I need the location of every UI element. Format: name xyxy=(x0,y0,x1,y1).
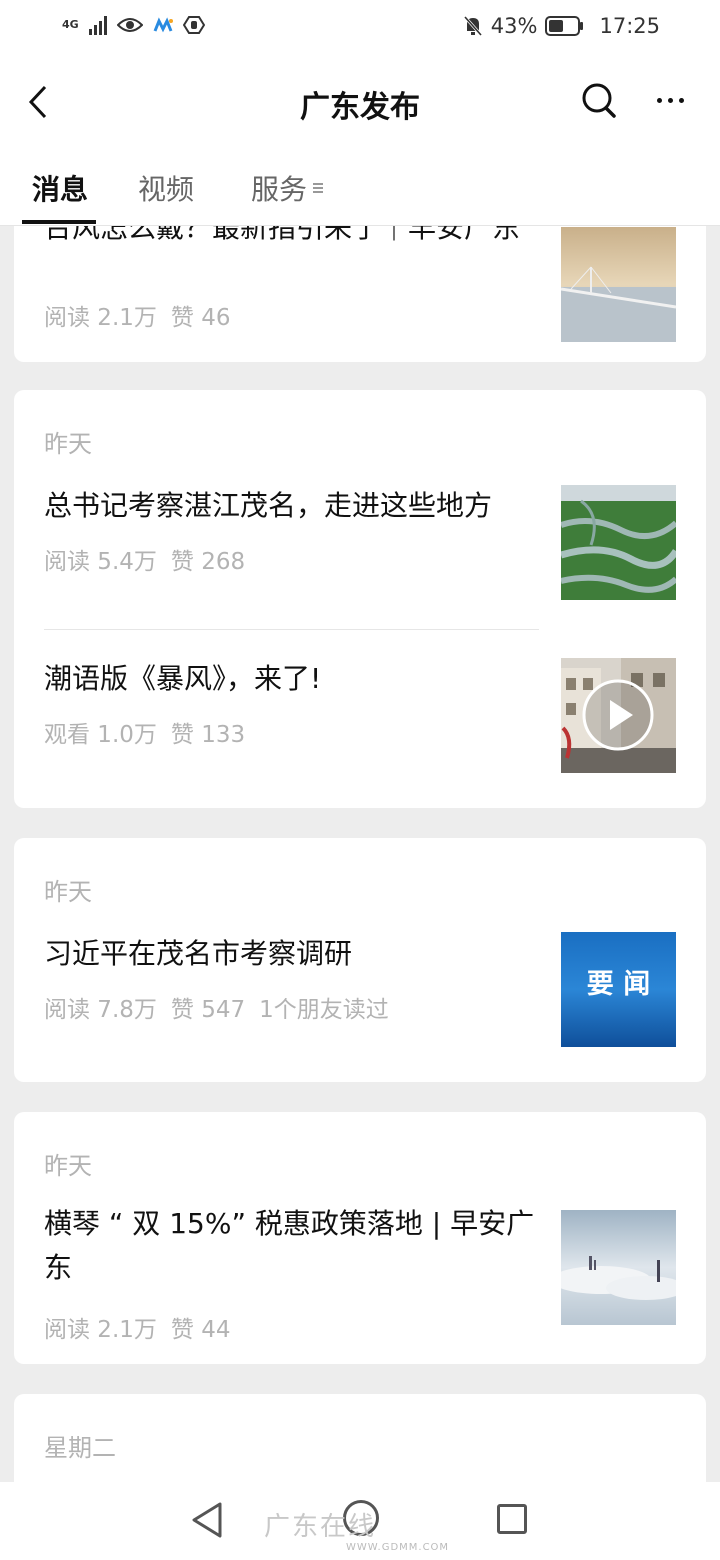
article-meta: 阅读 2.1万赞 44 xyxy=(44,1310,244,1344)
status-right: 43% 17:25 xyxy=(463,14,660,38)
more-icon xyxy=(656,97,662,103)
article-thumbnail xyxy=(561,1210,676,1325)
system-nav-bar: 广东在线 WWW.GDMM.COM xyxy=(0,1482,720,1560)
article-item[interactable]: 横琴 “ 双 15%” 税惠政策落地 | 早安广东 阅读 2.1万赞 44 xyxy=(44,1202,676,1344)
tab-videos[interactable]: 视频 xyxy=(138,168,194,208)
clock: 17:25 xyxy=(599,14,660,38)
like-count: 赞 44 xyxy=(170,1317,231,1343)
date-label: 昨天 xyxy=(44,430,92,458)
tab-services[interactable]: 服务 xyxy=(251,168,324,208)
tab-messages[interactable]: 消息 xyxy=(32,168,88,208)
nav-back-icon[interactable] xyxy=(190,1500,224,1540)
play-icon xyxy=(582,679,654,751)
network-type: 4G xyxy=(62,18,79,31)
mangrove-image xyxy=(561,485,676,600)
status-bar: 4G 43% 17:25 xyxy=(0,0,720,58)
view-count: 观看 1.0万 xyxy=(44,722,157,748)
thumbnail-label: 要 闻 xyxy=(586,969,651,1000)
app-header: 广东发布 xyxy=(0,58,720,144)
fog-city-image xyxy=(561,1210,676,1325)
article-thumbnail xyxy=(561,485,676,600)
nav-recents-icon[interactable] xyxy=(497,1504,527,1534)
article-meta: 阅读 2.1万赞 46 xyxy=(44,298,244,332)
read-count: 阅读 2.1万 xyxy=(44,305,157,331)
menu-icon xyxy=(313,183,324,193)
article-meta: 阅读 7.8万赞 547 1个朋友读过 xyxy=(44,990,403,1024)
like-count: 赞 547 xyxy=(170,997,246,1023)
more-button[interactable] xyxy=(650,80,690,120)
bridge-image xyxy=(561,227,676,342)
article-card: 昨天 横琴 “ 双 15%” 税惠政策落地 | 早安广东 阅读 2.1万赞 44 xyxy=(14,1112,706,1364)
read-count: 阅读 2.1万 xyxy=(44,1317,157,1343)
mute-bell-icon xyxy=(463,16,482,36)
watermark-url: WWW.GDMM.COM xyxy=(346,1542,450,1553)
article-title: 横琴 “ 双 15%” 税惠政策落地 | 早安广东 xyxy=(44,1207,535,1284)
article-card: 昨天 总书记考察湛江茂名，走进这些地方 阅读 5.4万赞 268 潮语版《暴风》… xyxy=(14,390,706,808)
date-label: 昨天 xyxy=(44,878,92,906)
article-item[interactable]: 习近平在茂名市考察调研 阅读 7.8万赞 547 1个朋友读过 要 闻 xyxy=(44,932,676,1048)
like-count: 赞 133 xyxy=(170,722,246,748)
article-card: 星期二 xyxy=(14,1394,706,1482)
friends-read: 1个朋友读过 xyxy=(259,997,389,1023)
like-count: 赞 46 xyxy=(170,305,231,331)
like-count: 赞 268 xyxy=(170,549,246,575)
message-feed[interactable]: 台风怎么戴？最新指引来了｜早安广东 阅读 2.1万赞 46 昨天 总书记考察湛江… xyxy=(0,226,720,1482)
divider xyxy=(44,629,539,630)
article-title: 台风怎么戴？最新指引来了｜早安广东 xyxy=(44,226,521,244)
date-label: 昨天 xyxy=(44,1152,92,1180)
article-card: 台风怎么戴？最新指引来了｜早安广东 阅读 2.1万赞 46 xyxy=(14,226,706,362)
article-meta: 阅读 5.4万赞 268 xyxy=(44,542,259,576)
article-item[interactable]: 台风怎么戴？最新指引来了｜早安广东 阅读 2.1万赞 46 xyxy=(44,226,676,362)
date-label: 星期二 xyxy=(44,1434,116,1462)
search-icon xyxy=(582,83,616,118)
watermark: 广东在线 xyxy=(264,1512,377,1542)
article-item[interactable]: 潮语版《暴风》，来了! 观看 1.0万赞 133 xyxy=(44,657,676,773)
tab-services-label: 服务 xyxy=(251,173,308,206)
article-title: 总书记考察湛江茂名，走进这些地方 xyxy=(44,489,493,522)
app-icon xyxy=(153,17,173,33)
article-meta: 观看 1.0万赞 133 xyxy=(44,715,259,749)
search-button[interactable] xyxy=(578,78,620,122)
video-thumbnail xyxy=(561,658,676,773)
article-thumbnail: 要 闻 xyxy=(561,932,676,1047)
article-title: 习近平在茂名市考察调研 xyxy=(44,937,353,970)
article-item[interactable]: 总书记考察湛江茂名，走进这些地方 阅读 5.4万赞 268 xyxy=(44,484,676,600)
signal-icon xyxy=(88,15,107,35)
read-count: 阅读 5.4万 xyxy=(44,549,157,575)
battery-percent: 43% xyxy=(490,14,538,38)
article-card: 昨天 习近平在茂名市考察调研 阅读 7.8万赞 547 1个朋友读过 要 闻 xyxy=(14,838,706,1082)
active-tab-indicator xyxy=(22,220,96,224)
read-count: 阅读 7.8万 xyxy=(44,997,157,1023)
tab-bar: 消息 视频 服务 xyxy=(0,144,720,226)
battery-icon xyxy=(545,16,584,36)
status-left-icons: 4G xyxy=(62,14,205,36)
article-thumbnail xyxy=(561,227,676,342)
hand-icon xyxy=(182,16,205,34)
eye-icon xyxy=(116,18,143,32)
article-title: 潮语版《暴风》，来了! xyxy=(44,662,322,695)
